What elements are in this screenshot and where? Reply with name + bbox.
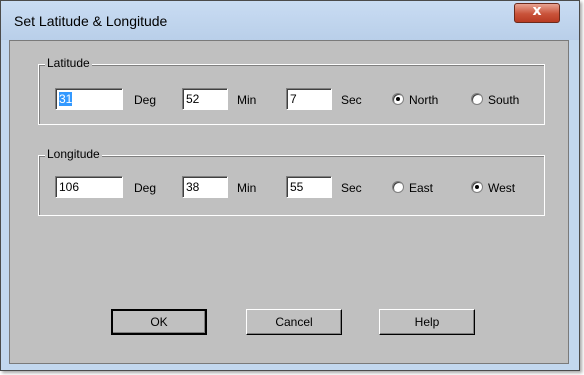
help-button[interactable]: Help <box>379 309 475 335</box>
longitude-sec-label: Sec <box>341 181 362 195</box>
cancel-button[interactable]: Cancel <box>246 309 342 335</box>
title-bar[interactable]: Set Latitude & Longitude x <box>1 1 579 40</box>
latitude-deg-label: Deg <box>134 93 157 107</box>
latitude-minutes-field[interactable]: 52 <box>182 88 228 110</box>
north-label[interactable]: North <box>409 93 438 107</box>
ok-button[interactable]: OK <box>111 309 207 335</box>
latitude-legend: Latitude <box>45 56 92 70</box>
latitude-seconds-field[interactable]: 7 <box>286 88 332 110</box>
dialog-client-area: Latitude 31 Deg 52 Min 7 Sec North South… <box>9 40 569 364</box>
north-radio[interactable] <box>392 93 404 105</box>
window-title: Set Latitude & Longitude <box>14 13 168 29</box>
dialog-window: Set Latitude & Longitude x Latitude 31 D… <box>0 0 580 371</box>
south-label[interactable]: South <box>488 93 519 107</box>
longitude-legend: Longitude <box>45 147 102 161</box>
close-button[interactable]: x <box>514 3 560 23</box>
latitude-min-label: Min <box>237 93 257 107</box>
west-label[interactable]: West <box>488 181 515 195</box>
longitude-deg-label: Deg <box>134 181 157 195</box>
longitude-seconds-field[interactable]: 55 <box>286 176 332 198</box>
south-radio[interactable] <box>471 93 483 105</box>
west-radio[interactable] <box>471 181 483 193</box>
longitude-minutes-field[interactable]: 38 <box>182 176 228 198</box>
latitude-sec-label: Sec <box>341 93 362 107</box>
longitude-degrees-field[interactable]: 106 <box>55 176 123 198</box>
close-icon: x <box>532 3 542 19</box>
longitude-min-label: Min <box>237 181 257 195</box>
east-label[interactable]: East <box>409 181 433 195</box>
latitude-degrees-field[interactable]: 31 <box>55 88 123 110</box>
east-radio[interactable] <box>392 181 404 193</box>
